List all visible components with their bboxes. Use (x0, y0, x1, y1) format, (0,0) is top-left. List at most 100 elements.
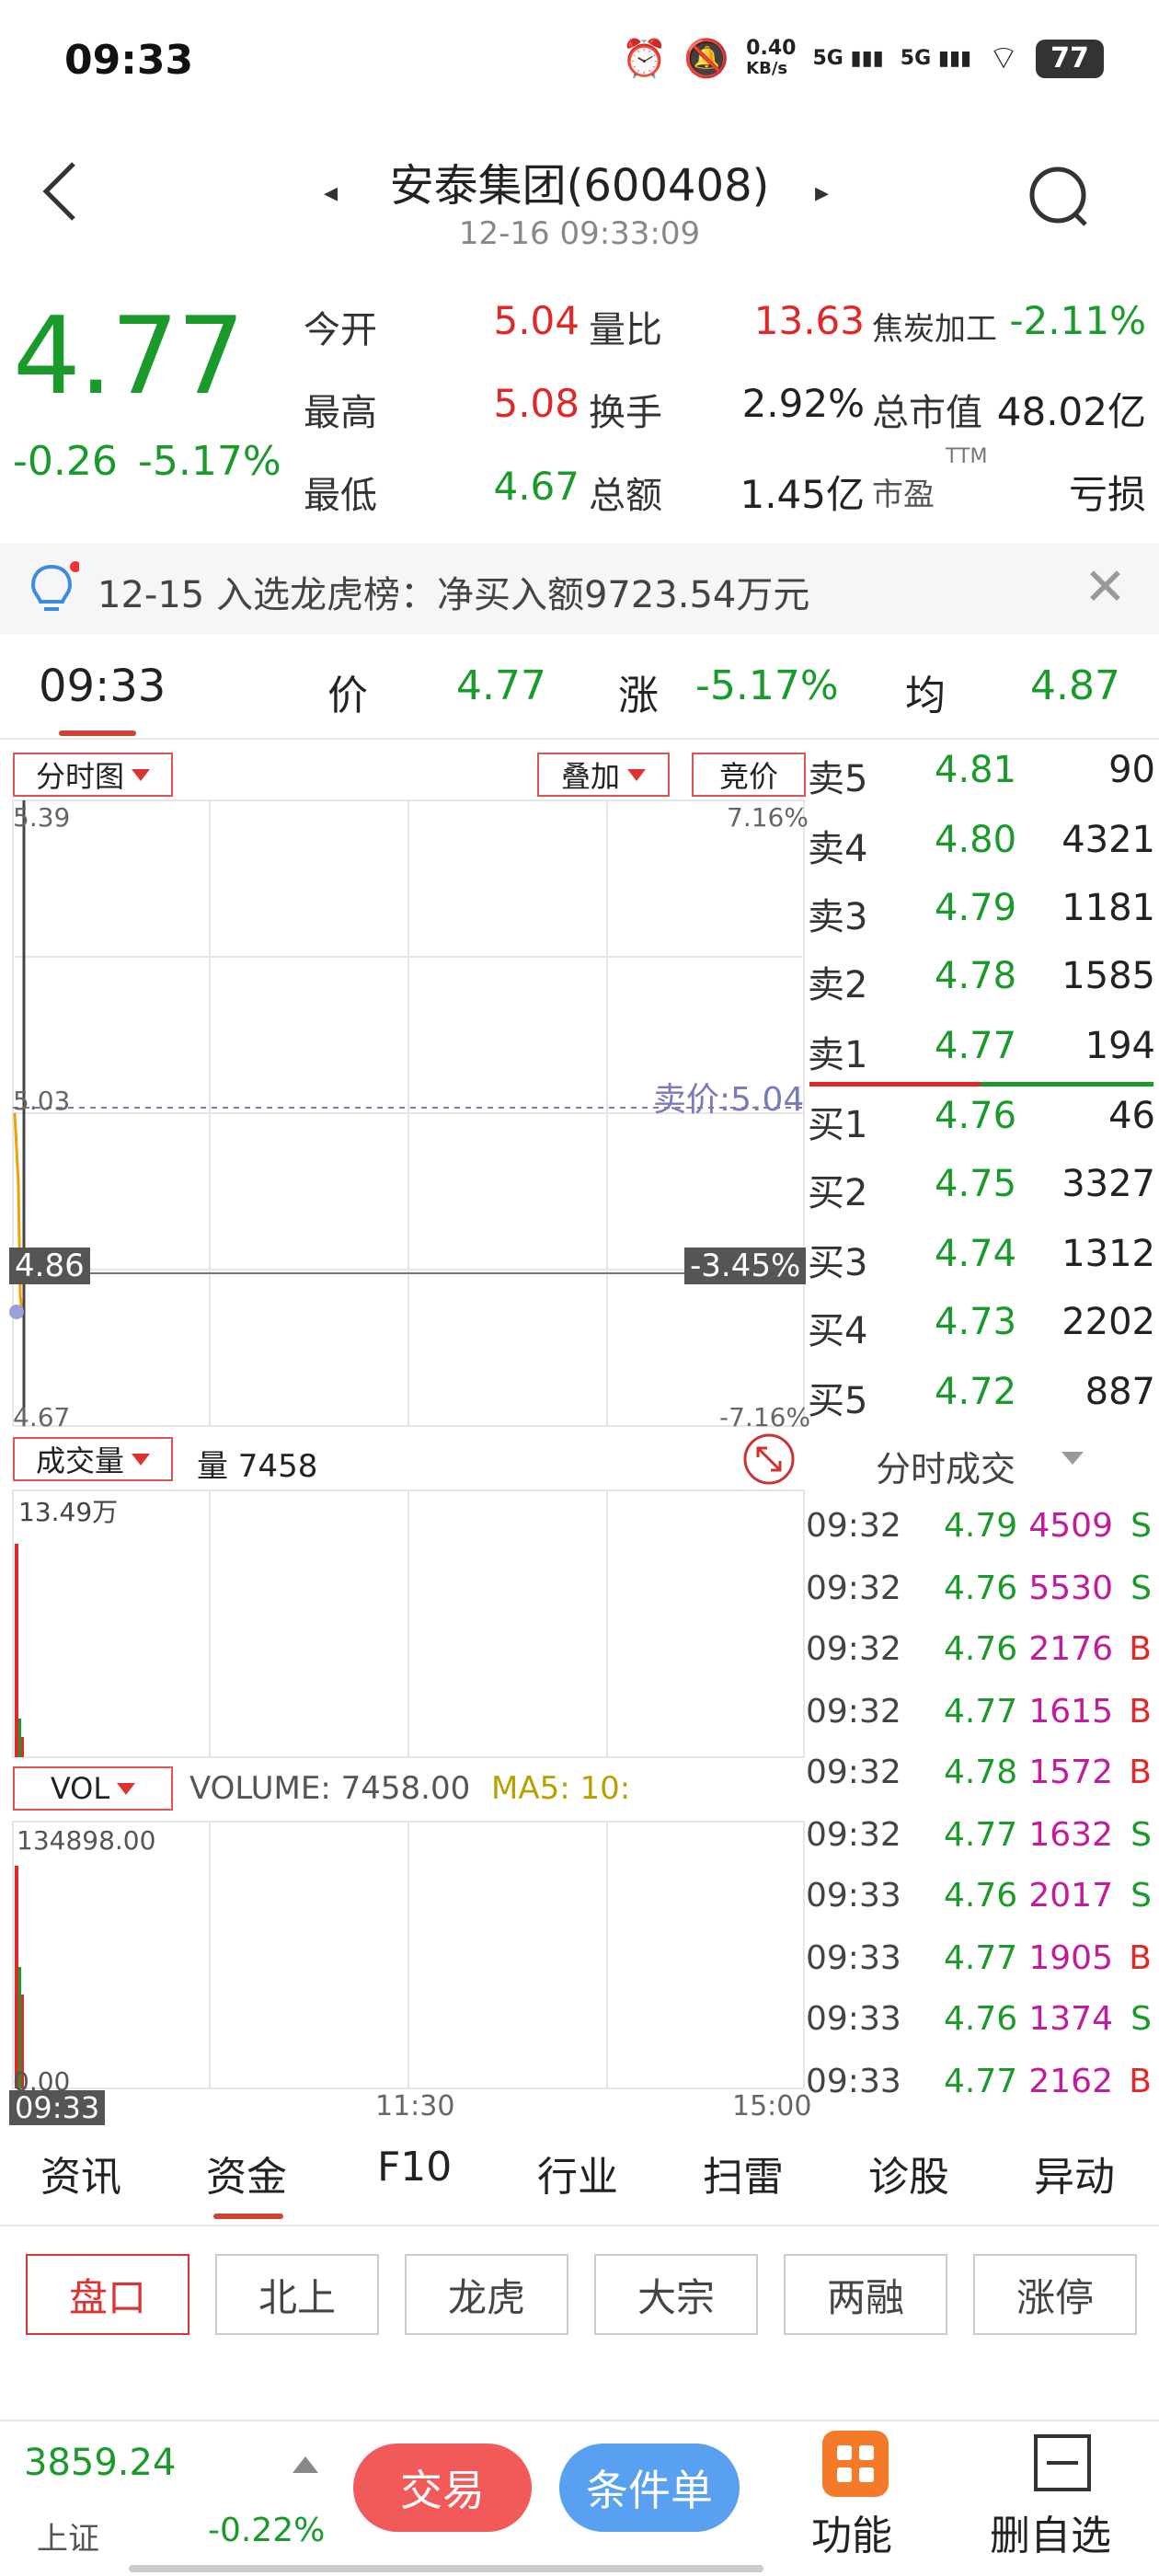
y-axis-top-pct: 7.16% (727, 802, 809, 833)
close-icon[interactable]: ✕ (1084, 558, 1127, 617)
sector-link[interactable]: 焦炭加工 (872, 304, 997, 349)
timeline-selector[interactable]: 分时图 (13, 753, 173, 797)
trades-title[interactable]: 分时成交 (876, 1441, 1016, 1491)
dropdown-triangle-icon (117, 1782, 136, 1795)
remove-favorite-icon[interactable] (1032, 2432, 1093, 2493)
amount-label: 总额 (589, 475, 662, 517)
ask-price-label: 卖价:5.04 (653, 1081, 805, 1119)
back-icon[interactable] (37, 155, 83, 228)
low-label: 最低 (304, 475, 377, 517)
subtab-block-trade[interactable]: 大宗 (594, 2254, 758, 2335)
bid-row[interactable]: 买2 4.75 3327 (806, 1152, 1155, 1220)
market-cap-label: 总市值 (872, 392, 982, 434)
market-cap-value: 48.02亿 (996, 389, 1146, 434)
bid-row[interactable]: 买4 4.73 2202 (806, 1290, 1155, 1358)
index-value[interactable]: 3859.24 (24, 2442, 176, 2484)
ask-row[interactable]: 卖4 4.80 4321 (806, 808, 1155, 876)
dropdown-triangle-icon (627, 768, 646, 781)
ask-row[interactable]: 卖1 4.77 194 (806, 1014, 1155, 1082)
tab-news[interactable]: 资讯 (40, 2144, 121, 2202)
dropdown-triangle-icon (132, 1453, 150, 1466)
sector-pct: -2.11% (1009, 298, 1146, 343)
trade-row: 09:32 4.76 5530 S (806, 1570, 1152, 1607)
next-stock-icon[interactable]: ▸ (815, 177, 829, 209)
dropdown-triangle-icon (132, 768, 150, 781)
dragon-tiger-notice[interactable]: 12-15 入选龙虎榜：净买入额9723.54万元 ✕ (0, 543, 1159, 635)
volume-max: 13.49万 (18, 1497, 119, 1527)
pe-ttm: TTM (946, 445, 988, 468)
function-label[interactable]: 功能 (811, 2502, 892, 2561)
info-time: 09:33 (39, 661, 166, 712)
tab-industry[interactable]: 行业 (537, 2144, 618, 2202)
indicator-selector[interactable]: VOL (13, 1766, 173, 1811)
x-axis-end: 15:00 (732, 2090, 812, 2122)
y-axis-bottom-pct: -7.16% (719, 1402, 811, 1432)
chevron-down-icon[interactable] (1061, 1452, 1084, 1465)
info-avg: 4.87 (1030, 662, 1120, 709)
signal-2: 5G ▮▮▮ (900, 47, 972, 70)
tab-risk-scan[interactable]: 扫雷 (703, 2144, 784, 2202)
ask-row[interactable]: 卖3 4.79 1181 (806, 876, 1155, 944)
function-grid-icon[interactable] (822, 2431, 889, 2497)
mute-icon: 🔕 (683, 38, 730, 80)
price-change-pct: -5.17% (138, 438, 281, 485)
bid-row[interactable]: 买3 4.74 1312 (806, 1222, 1155, 1290)
trade-row: 09:32 4.76 2176 B (806, 1630, 1152, 1668)
info-chg-label: 涨 (618, 673, 659, 719)
y-axis-bottom: 4.67 (13, 1402, 71, 1432)
status-icons: ⏰ 🔕 0.40 KB/s 5G ▮▮▮ 5G ▮▮▮ ⌔ 77 (622, 37, 1104, 80)
open-value: 5.04 (493, 298, 580, 343)
wifi-icon: ⌔ (988, 40, 1019, 77)
overlay-selector[interactable]: 叠加 (537, 753, 670, 797)
crosshair-dot (9, 1305, 24, 1319)
tab-funds[interactable]: 资金 (206, 2144, 287, 2202)
bid-row[interactable]: 买1 4.76 46 (806, 1084, 1155, 1152)
quote-timestamp: 12-16 09:33:09 (458, 215, 701, 252)
index-name: 上证 (37, 2521, 99, 2558)
trade-row: 09:33 4.77 2162 B (806, 2063, 1152, 2100)
tab-f10[interactable]: F10 (377, 2144, 452, 2191)
tab-active-underline (213, 2214, 283, 2219)
indicator-volume: VOLUME: 7458.00 (189, 1770, 471, 1807)
subtab-northbound[interactable]: 北上 (215, 2254, 379, 2335)
subtab-margin[interactable]: 两融 (784, 2254, 947, 2335)
volume-readout: 量 7458 (197, 1448, 318, 1485)
status-bar: 09:33 ⏰ 🔕 0.40 KB/s 5G ▮▮▮ 5G ▮▮▮ ⌔ 77 (0, 0, 1159, 129)
expand-icon[interactable] (741, 1432, 797, 1490)
pe-value: 亏损 (1068, 472, 1146, 517)
home-indicator (129, 2565, 763, 2572)
price-change: -0.26 (13, 438, 118, 485)
turnover-label: 换手 (589, 392, 662, 434)
volume-ratio-label: 量比 (589, 309, 662, 351)
tab-diagnosis[interactable]: 诊股 (868, 2144, 949, 2202)
trade-button[interactable]: 交易 (353, 2444, 532, 2532)
auction-toggle[interactable]: 竞价 (692, 753, 806, 797)
subtab-dragon-tiger[interactable]: 龙虎 (405, 2254, 568, 2335)
volume-selector[interactable]: 成交量 (13, 1437, 173, 1481)
info-price-label: 价 (327, 673, 368, 719)
subtab-limit-up[interactable]: 涨停 (973, 2254, 1137, 2335)
ask-row[interactable]: 卖2 4.78 1585 (806, 944, 1155, 1012)
x-axis-mid: 11:30 (375, 2090, 455, 2122)
chevron-up-icon[interactable] (293, 2456, 318, 2473)
y-axis-ref: 5.03 (13, 1086, 71, 1116)
lightbulb-icon (24, 561, 81, 620)
amount-value: 1.45亿 (740, 472, 865, 517)
ask-row[interactable]: 卖5 4.81 90 (806, 738, 1155, 806)
high-label: 最高 (304, 392, 377, 434)
info-avg-label: 均 (905, 673, 946, 719)
trade-row: 09:32 4.79 4509 S (806, 1507, 1152, 1545)
info-chg: -5.17% (695, 662, 839, 709)
remove-favorite-label[interactable]: 删自选 (990, 2502, 1111, 2561)
subtab-pankou[interactable]: 盘口 (26, 2254, 189, 2335)
turnover-value: 2.92% (741, 381, 865, 426)
alarm-icon: ⏰ (621, 38, 668, 80)
last-price: 4.77 (13, 294, 245, 419)
low-value: 4.67 (493, 464, 580, 509)
info-price: 4.77 (456, 662, 546, 709)
open-label: 今开 (304, 309, 377, 351)
tab-anomaly[interactable]: 异动 (1034, 2144, 1115, 2202)
bid-row[interactable]: 买5 4.72 887 (806, 1360, 1155, 1428)
search-icon[interactable] (1028, 166, 1091, 228)
conditional-order-button[interactable]: 条件单 (559, 2444, 740, 2532)
